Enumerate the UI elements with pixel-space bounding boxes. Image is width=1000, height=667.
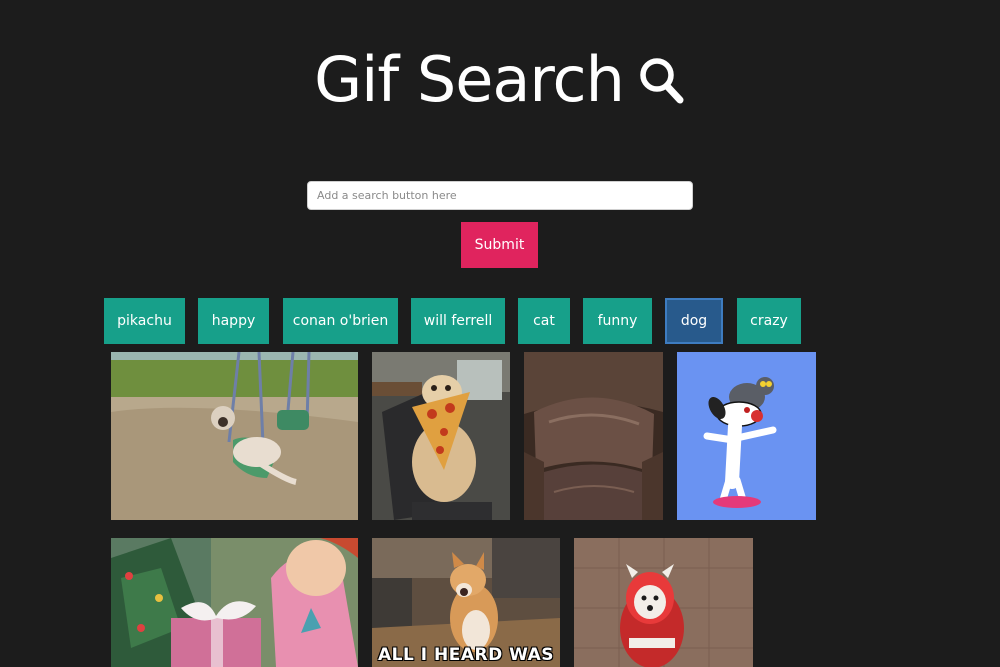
dog-pizza-image [372,352,510,520]
tag-button-happy[interactable]: happy [198,298,269,344]
tag-button-crazy[interactable]: crazy [737,298,801,344]
gif-search-page: Gif Search Submit pikachu happy conan o'… [0,0,1000,667]
tag-button-dog[interactable]: dog [665,298,723,344]
gif-result-christmas-present[interactable] [111,538,358,667]
page-title: Gif Search [314,43,625,116]
gif-result-pug-swing[interactable] [111,352,358,520]
tag-button-pikachu[interactable]: pikachu [104,298,185,344]
tag-button-will-ferrell[interactable]: will ferrell [411,298,505,344]
gif-result-shiba[interactable]: ALL I HEARD WAS [372,538,560,667]
cartoon-dog-image [677,352,816,520]
tag-button-funny[interactable]: funny [583,298,652,344]
leather-chair-image [524,352,663,520]
search-input[interactable] [307,181,693,210]
search-icon [638,51,686,109]
gif-caption: ALL I HEARD WAS [378,645,554,665]
tag-button-cat[interactable]: cat [518,298,570,344]
tag-button-conan-obrien[interactable]: conan o'brien [283,298,398,344]
gif-result-dog-pizza[interactable] [372,352,510,520]
gif-result-dog-costume[interactable] [574,538,753,667]
header: Gif Search [0,40,1000,120]
gif-result-cartoon-dog[interactable] [677,352,816,520]
christmas-present-image [111,538,358,667]
dog-costume-image [574,538,753,667]
pug-swing-image [111,352,358,520]
gif-result-leather-chair[interactable] [524,352,663,520]
submit-button[interactable]: Submit [461,222,538,268]
